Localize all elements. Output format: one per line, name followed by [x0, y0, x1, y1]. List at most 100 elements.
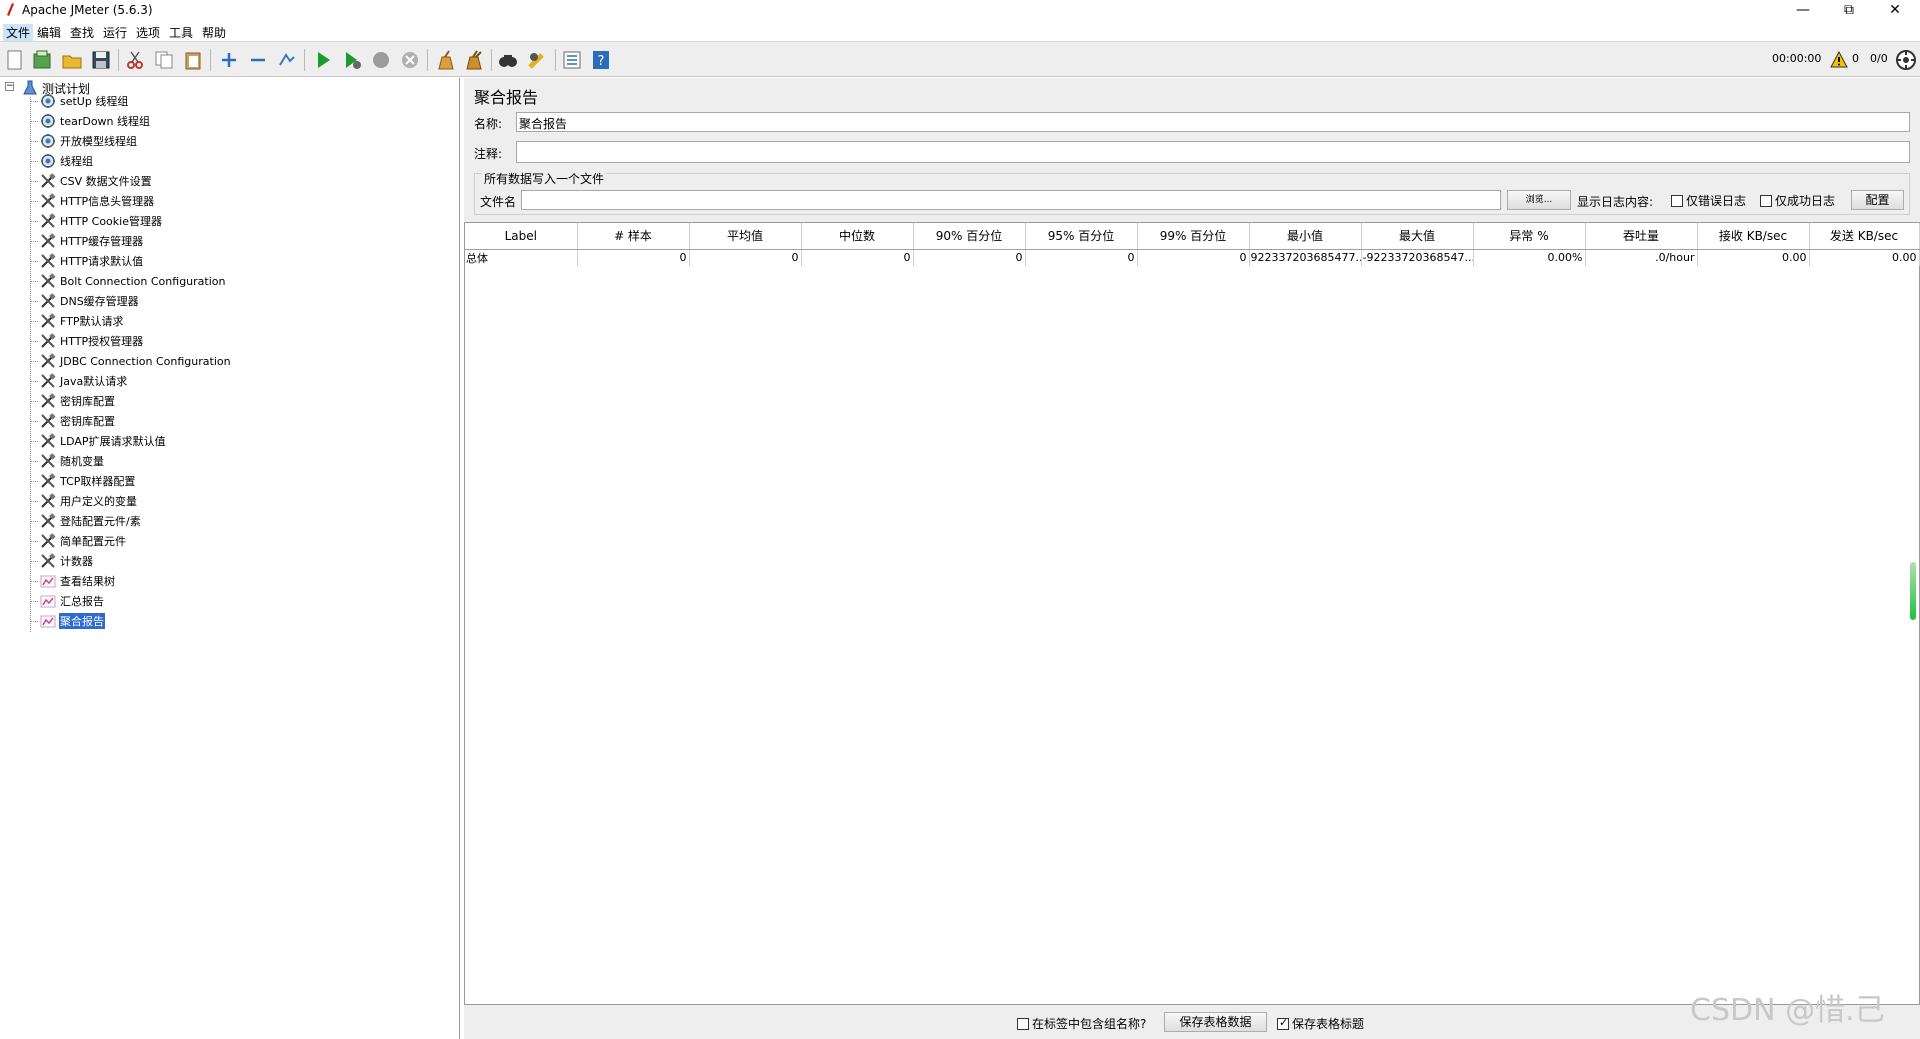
clear-all-icon[interactable] — [463, 49, 485, 71]
close-button[interactable]: ✕ — [1872, 0, 1918, 22]
column-header[interactable]: 99% 百分位 — [1137, 223, 1250, 250]
menu-edit[interactable]: 编辑 — [34, 24, 64, 41]
column-header[interactable]: 最小值 — [1249, 223, 1362, 250]
configure-button[interactable]: 配置 — [1851, 190, 1904, 210]
tree-item[interactable]: 随机变量 — [30, 452, 105, 470]
cut-icon[interactable] — [124, 49, 146, 71]
start-no-pauses-icon[interactable] — [341, 49, 363, 71]
tree-item-label: 用户定义的变量 — [60, 495, 137, 508]
tree-item[interactable]: 用户定义的变量 — [30, 492, 138, 510]
column-header[interactable]: 中位数 — [801, 223, 914, 250]
window-title: Apache JMeter (5.6.3) — [22, 3, 153, 17]
paste-icon[interactable] — [182, 49, 204, 71]
toolbar: ? 00:00:00 0 0/0 — [0, 41, 1920, 77]
copy-icon[interactable] — [153, 49, 175, 71]
collapse-icon[interactable] — [247, 49, 269, 71]
save-table-header-checkbox[interactable]: 保存表格标题 — [1277, 1015, 1364, 1032]
tree-item[interactable]: 密钥库配置 — [30, 412, 116, 430]
filename-field[interactable] — [521, 190, 1501, 210]
column-header[interactable]: 平均值 — [689, 223, 802, 250]
save-table-data-button[interactable]: 保存表格数据 — [1164, 1012, 1267, 1032]
jmeter-logo-icon — [7, 3, 14, 16]
tree-item[interactable]: HTTP请求默认值 — [30, 252, 144, 270]
tree-item[interactable]: 登陆配置元件/素 — [30, 512, 142, 530]
tree-item[interactable]: HTTP缓存管理器 — [30, 232, 144, 250]
column-header[interactable]: 90% 百分位 — [913, 223, 1026, 250]
expand-icon[interactable] — [218, 49, 240, 71]
tree-item[interactable]: Java默认请求 — [30, 372, 128, 390]
menu-tools[interactable]: 工具 — [166, 24, 196, 41]
tree-item[interactable]: Bolt Connection Configuration — [30, 272, 226, 290]
success-only-checkbox[interactable]: 仅成功日志 — [1760, 192, 1835, 209]
tree-item[interactable]: LDAP扩展请求默认值 — [30, 432, 167, 450]
function-helper-icon[interactable] — [561, 49, 583, 71]
comment-field[interactable] — [516, 141, 1910, 163]
tree-item[interactable]: FTP默认请求 — [30, 312, 125, 330]
column-header[interactable]: Label — [465, 223, 578, 250]
tree-item[interactable]: TCP取样器配置 — [30, 472, 136, 490]
table-row[interactable]: 总体 0 0 0 0 0 0 922337203685477... -9223372036854… — [465, 249, 1920, 266]
column-header[interactable]: 接收 KB/sec — [1697, 223, 1810, 250]
table-cell: 0.00 — [1697, 249, 1810, 266]
svg-text:?: ? — [598, 54, 605, 69]
maximize-button[interactable]: ⧉ — [1826, 0, 1872, 22]
column-header[interactable]: 吞吐量 — [1585, 223, 1698, 250]
reset-search-icon[interactable] — [526, 49, 548, 71]
tree-item[interactable]: 开放模型线程组 — [30, 132, 138, 150]
tree-item-label: 简单配置元件 — [60, 535, 126, 548]
tree-item[interactable]: 聚合报告 — [30, 612, 105, 630]
tree-item[interactable]: 汇总报告 — [30, 592, 105, 610]
tree-item[interactable]: 简单配置元件 — [30, 532, 127, 550]
search-icon[interactable] — [497, 49, 519, 71]
menu-search[interactable]: 查找 — [67, 24, 97, 41]
tree-item[interactable]: setUp 线程组 — [30, 92, 129, 110]
tree-item[interactable]: tearDown 线程组 — [30, 112, 151, 130]
tree-item[interactable]: JDBC Connection Configuration — [30, 352, 232, 370]
tree-item-label: HTTP Cookie管理器 — [60, 215, 162, 228]
warning-icon[interactable] — [1830, 51, 1848, 68]
scroll-indicator[interactable] — [1910, 562, 1916, 620]
tree-item[interactable]: 查看结果树 — [30, 572, 116, 590]
menu-help[interactable]: 帮助 — [199, 24, 229, 41]
column-header[interactable]: 发送 KB/sec — [1809, 223, 1920, 250]
column-header[interactable]: 95% 百分位 — [1025, 223, 1138, 250]
help-icon[interactable]: ? — [590, 49, 612, 71]
stop-icon[interactable] — [370, 49, 392, 71]
tree-item[interactable]: 密钥库配置 — [30, 392, 116, 410]
include-group-name-checkbox[interactable]: 在标签中包含组名称? — [1017, 1015, 1146, 1032]
browse-button[interactable]: 浏览... — [1507, 190, 1571, 210]
name-field[interactable]: 聚合报告 — [516, 112, 1910, 132]
toggle-icon[interactable] — [276, 49, 298, 71]
filename-label: 文件名 — [480, 195, 517, 209]
save-icon[interactable] — [90, 49, 112, 71]
clear-icon[interactable] — [434, 49, 456, 71]
table-header-row: Label # 样本 平均值 中位数 90% 百分位 95% 百分位 99% 百分位 最小值最… — [465, 223, 1920, 250]
new-icon[interactable] — [4, 49, 26, 71]
shutdown-icon[interactable] — [399, 49, 421, 71]
tree-item[interactable]: 计数器 — [30, 552, 94, 570]
tree-item[interactable]: HTTP授权管理器 — [30, 332, 144, 350]
templates-icon[interactable] — [31, 49, 53, 71]
tree-item[interactable]: CSV 数据文件设置 — [30, 172, 153, 190]
column-header[interactable]: 异常 % — [1473, 223, 1586, 250]
menu-options[interactable]: 选项 — [133, 24, 163, 41]
tree-item-label: 密钥库配置 — [60, 415, 115, 428]
menu-file[interactable]: 文件 — [3, 24, 34, 41]
open-icon[interactable] — [61, 49, 83, 71]
tree-item[interactable]: 线程组 — [30, 152, 94, 170]
tree-item[interactable]: HTTP信息头管理器 — [30, 192, 155, 210]
table-cell: 总体 — [465, 249, 578, 266]
tree-item-label: setUp 线程组 — [60, 95, 129, 108]
config-element-icon — [41, 493, 56, 508]
errors-only-checkbox[interactable]: 仅错误日志 — [1671, 192, 1746, 209]
tree-item[interactable]: HTTP Cookie管理器 — [30, 212, 163, 230]
tree-item[interactable]: DNS缓存管理器 — [30, 292, 140, 310]
tree-item-label: HTTP请求默认值 — [60, 255, 144, 268]
tree-item-label: 计数器 — [60, 555, 93, 568]
menu-run[interactable]: 运行 — [100, 24, 130, 41]
minimize-button[interactable]: — — [1780, 0, 1826, 22]
column-header[interactable]: # 样本 — [577, 223, 690, 250]
start-icon[interactable] — [312, 49, 334, 71]
column-header[interactable]: 最大值 — [1361, 223, 1474, 250]
tree-collapse-toggle[interactable]: − — [5, 82, 14, 91]
